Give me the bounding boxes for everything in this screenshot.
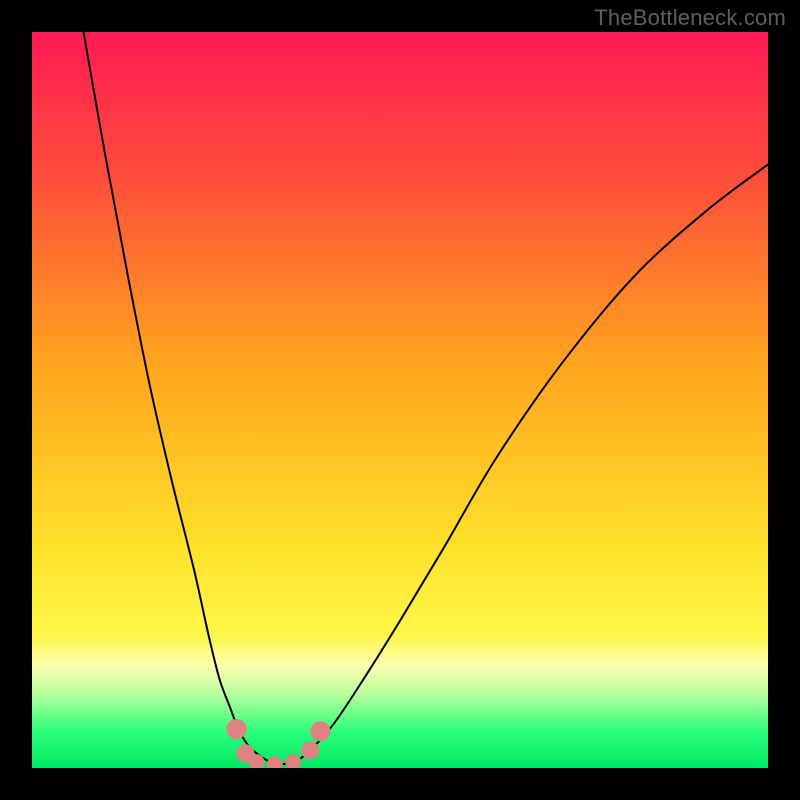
marker-point-6 <box>311 721 331 741</box>
chart-svg <box>32 32 768 768</box>
chart-panel <box>32 32 768 768</box>
outer-frame: TheBottleneck.com <box>0 0 800 800</box>
marker-point-5 <box>301 741 319 759</box>
bg-rect <box>32 32 768 768</box>
watermark-label: TheBottleneck.com <box>594 5 786 31</box>
marker-point-0 <box>227 719 247 739</box>
